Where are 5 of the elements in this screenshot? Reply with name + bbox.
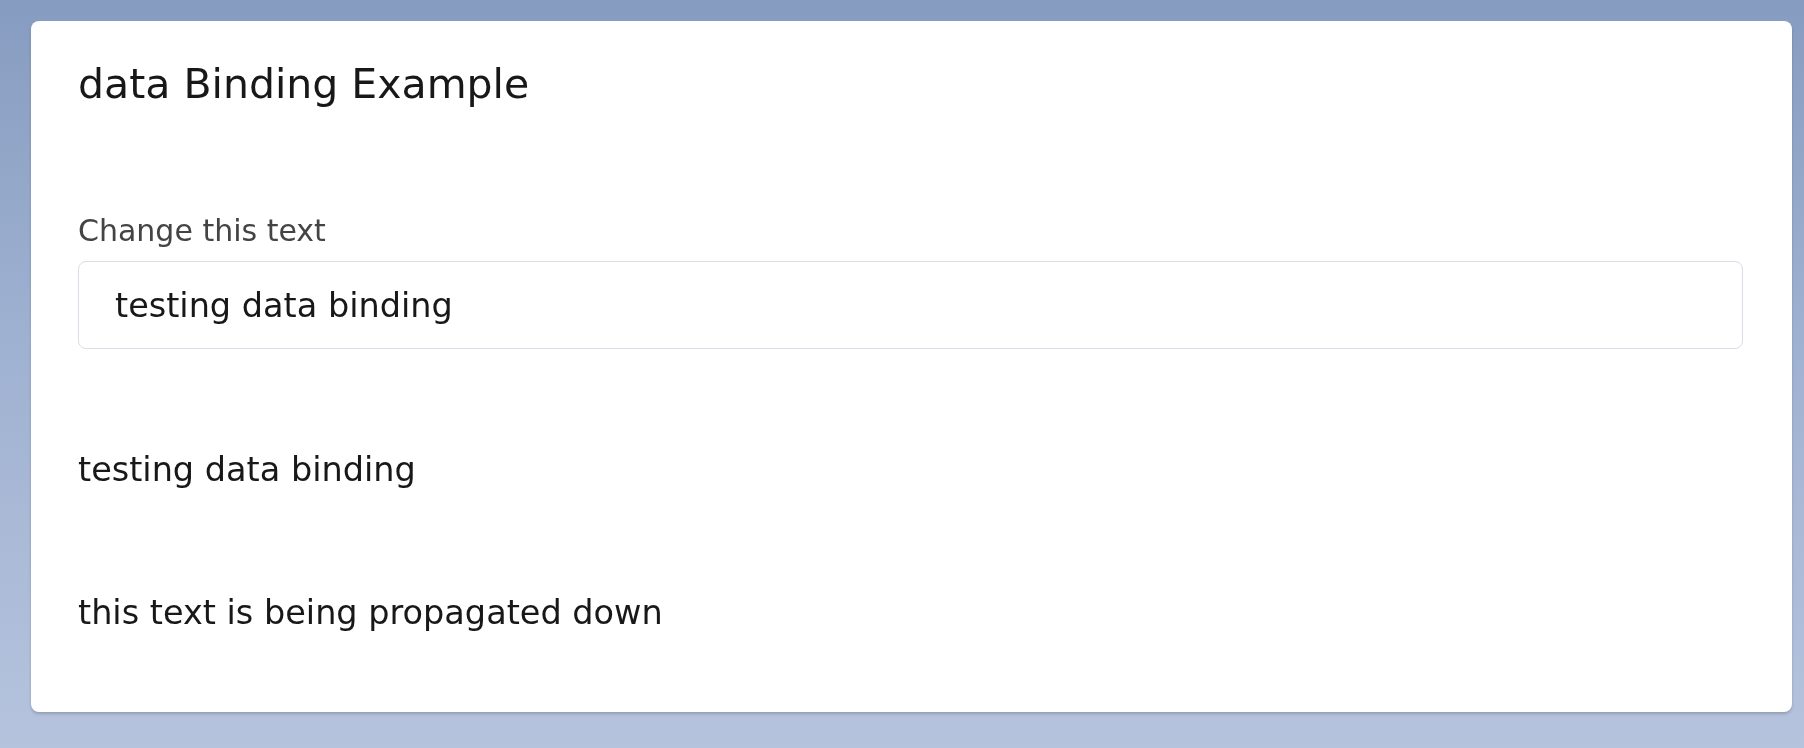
- output-text: this text is being propagated down: [78, 593, 663, 634]
- card-title: data Binding Example: [78, 60, 530, 110]
- field-label: Change this text: [78, 213, 326, 250]
- output-text: testing data binding: [78, 450, 416, 491]
- text-input[interactable]: testing data binding: [78, 261, 1743, 350]
